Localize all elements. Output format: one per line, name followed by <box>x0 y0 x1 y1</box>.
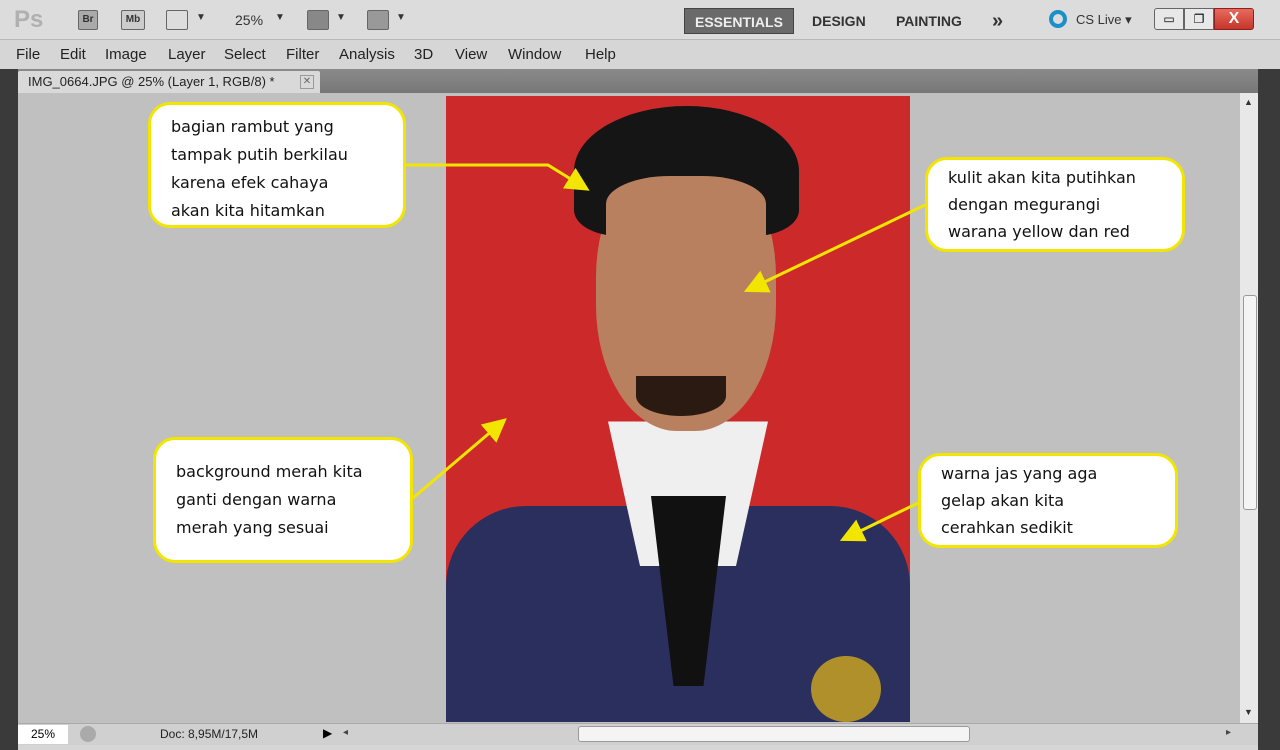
zoom-field[interactable]: 25% <box>18 725 68 744</box>
horizontal-scroll-thumb[interactable] <box>578 726 970 742</box>
scroll-up-icon[interactable]: ▲ <box>1244 97 1253 107</box>
callout-line: tampak putih berkilau <box>171 145 348 164</box>
arrow-skin <box>743 203 926 293</box>
callout-line: warana yellow dan red <box>948 222 1130 241</box>
callout-line: cerahkan sedikit <box>941 518 1073 537</box>
callout-background: background merah kita ganti dengan warna… <box>153 437 413 563</box>
scroll-left-icon[interactable]: ◂ <box>343 727 348 738</box>
callout-line: merah yang sesuai <box>176 518 329 537</box>
arrow-background <box>412 418 507 500</box>
vertical-scroll-thumb[interactable] <box>1243 295 1257 510</box>
scroll-down-icon[interactable]: ▼ <box>1244 707 1253 717</box>
callout-skin: kulit akan kita putihkan dengan megurang… <box>925 157 1185 252</box>
status-menu-arrow-icon[interactable]: ▶ <box>323 726 332 740</box>
callout-line: karena efek cahaya <box>171 173 329 192</box>
callout-line: dengan megurangi <box>948 195 1101 214</box>
document-size: Doc: 8,95M/17,5M <box>160 727 259 741</box>
arrow-hair <box>406 163 590 191</box>
callout-line: bagian rambut yang <box>171 117 334 136</box>
arrow-jacket <box>839 501 919 542</box>
scroll-right-icon[interactable]: ▸ <box>1226 727 1231 738</box>
callout-line: akan kita hitamkan <box>171 201 325 220</box>
callout-hair: bagian rambut yang tampak putih berkilau… <box>148 102 406 228</box>
callout-line: background merah kita <box>176 462 363 481</box>
status-info-icon[interactable] <box>80 726 96 742</box>
callout-line: warna jas yang aga <box>941 464 1098 483</box>
callout-line: ganti dengan warna <box>176 490 337 509</box>
callout-line: gelap akan kita <box>941 491 1065 510</box>
callout-jacket: warna jas yang aga gelap akan kita cerah… <box>918 453 1178 548</box>
callout-line: kulit akan kita putihkan <box>948 168 1136 187</box>
